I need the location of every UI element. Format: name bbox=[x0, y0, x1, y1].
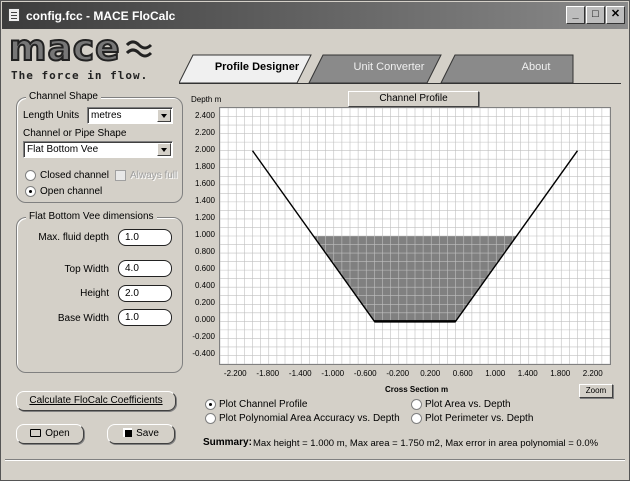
always-full-label: Always full bbox=[130, 170, 178, 181]
open-channel-radio[interactable] bbox=[25, 186, 36, 197]
chevron-down-icon[interactable] bbox=[157, 109, 171, 122]
close-button[interactable]: ✕ bbox=[606, 6, 625, 24]
top-width-label: Top Width bbox=[64, 264, 109, 275]
wave-icon bbox=[125, 40, 153, 58]
plot-perimeter-depth-radio[interactable] bbox=[411, 413, 422, 424]
floppy-disk-icon bbox=[123, 428, 133, 437]
open-channel-label[interactable]: Open channel bbox=[40, 186, 102, 197]
document-icon bbox=[8, 8, 20, 22]
maximize-button[interactable]: □ bbox=[586, 6, 605, 24]
mace-logo: mace The force in flow. bbox=[7, 28, 167, 82]
plot-area-depth-radio[interactable] bbox=[411, 399, 422, 410]
y-tick-label: 2.200 bbox=[194, 127, 215, 137]
y-tick-label: 1.800 bbox=[194, 161, 215, 171]
status-bar bbox=[5, 459, 625, 477]
y-tick-label: 0.400 bbox=[194, 281, 215, 291]
chevron-down-icon[interactable] bbox=[157, 143, 171, 156]
plot-perimeter-depth-label[interactable]: Plot Perimeter vs. Depth bbox=[425, 413, 533, 424]
tab-about[interactable]: About bbox=[481, 55, 591, 83]
x-tick-label: 2.200 bbox=[582, 369, 603, 378]
y-tick-label: 2.000 bbox=[194, 144, 215, 154]
app-window: config.fcc - MACE FloCalc _ □ ✕ mace The… bbox=[0, 0, 630, 481]
channel-profile-chart bbox=[219, 107, 611, 365]
dimensions-legend: Flat Bottom Vee dimensions bbox=[26, 211, 157, 222]
shape-value: Flat Bottom Vee bbox=[27, 144, 99, 155]
base-width-field[interactable]: 1.0 bbox=[118, 309, 172, 326]
plot-channel-profile-label[interactable]: Plot Channel Profile bbox=[219, 399, 307, 410]
y-tick-label: 0.200 bbox=[194, 298, 215, 308]
summary-label: Summary: bbox=[203, 437, 252, 448]
base-width-label: Base Width bbox=[57, 313, 109, 324]
y-tick-label: 1.400 bbox=[194, 195, 215, 205]
closed-channel-radio[interactable] bbox=[25, 170, 36, 181]
length-units-select[interactable]: metres bbox=[87, 107, 173, 124]
tab-baseline bbox=[179, 83, 621, 84]
tab-unit-converter[interactable]: Unit Converter bbox=[331, 55, 447, 83]
y-tick-label: 0.600 bbox=[194, 264, 215, 274]
logo-tagline: The force in flow. bbox=[11, 69, 149, 82]
shape-select[interactable]: Flat Bottom Vee bbox=[23, 141, 173, 158]
x-axis-label: Cross Section m bbox=[385, 385, 449, 394]
height-field[interactable]: 2.0 bbox=[118, 285, 172, 302]
channel-shape-legend: Channel Shape bbox=[26, 91, 101, 102]
logo-word: mace bbox=[8, 28, 121, 69]
max-fluid-depth-label: Max. fluid depth bbox=[38, 232, 109, 243]
save-button-label: Save bbox=[136, 428, 159, 439]
length-units-value: metres bbox=[91, 110, 122, 121]
save-button[interactable]: Save bbox=[107, 424, 175, 444]
plot-polynomial-accuracy-radio[interactable] bbox=[205, 413, 216, 424]
open-button[interactable]: Open bbox=[16, 424, 84, 444]
open-button-label: Open bbox=[45, 428, 70, 439]
max-fluid-depth-field[interactable]: 1.0 bbox=[118, 229, 172, 246]
tab-profile-designer[interactable]: Profile Designer bbox=[199, 55, 315, 83]
summary-text: Max height = 1.000 m, Max area = 1.750 m… bbox=[253, 438, 599, 449]
minimize-button[interactable]: _ bbox=[566, 6, 585, 24]
y-tick-label: 1.000 bbox=[194, 230, 215, 239]
plot-polynomial-accuracy-label[interactable]: Plot Polynomial Area Accuracy vs. Depth bbox=[219, 413, 400, 424]
title-bar[interactable]: config.fcc - MACE FloCalc _ □ ✕ bbox=[2, 2, 628, 29]
window-title: config.fcc - MACE FloCalc bbox=[26, 9, 176, 23]
y-tick-label: -0.400 bbox=[192, 349, 215, 359]
y-tick-label: 0.800 bbox=[194, 247, 215, 257]
plot-area bbox=[219, 107, 611, 365]
y-tick-label: 2.400 bbox=[194, 110, 215, 120]
always-full-checkbox[interactable] bbox=[115, 170, 126, 181]
plot-channel-profile-radio[interactable] bbox=[205, 399, 216, 410]
height-label: Height bbox=[80, 288, 109, 299]
y-axis-label: Depth m bbox=[191, 95, 222, 104]
shape-label: Channel or Pipe Shape bbox=[23, 128, 127, 139]
folder-open-icon bbox=[30, 429, 42, 437]
closed-channel-label[interactable]: Closed channel bbox=[40, 170, 109, 181]
length-units-label: Length Units bbox=[23, 110, 80, 121]
y-tick-label: -0.200 bbox=[192, 332, 215, 342]
y-tick-label: 1.200 bbox=[194, 212, 215, 222]
calculate-coefficients-label: Calculate FloCalc Coefficients bbox=[29, 395, 163, 406]
y-tick-label: 1.600 bbox=[194, 178, 215, 188]
calculate-coefficients-button[interactable]: Calculate FloCalc Coefficients bbox=[16, 391, 176, 411]
channel-profile-button[interactable]: Channel Profile bbox=[348, 91, 479, 107]
y-tick-label: 0.000 bbox=[194, 315, 215, 325]
top-width-field[interactable]: 4.0 bbox=[118, 260, 172, 277]
zoom-button[interactable]: Zoom bbox=[579, 384, 613, 398]
plot-area-depth-label[interactable]: Plot Area vs. Depth bbox=[425, 399, 511, 410]
